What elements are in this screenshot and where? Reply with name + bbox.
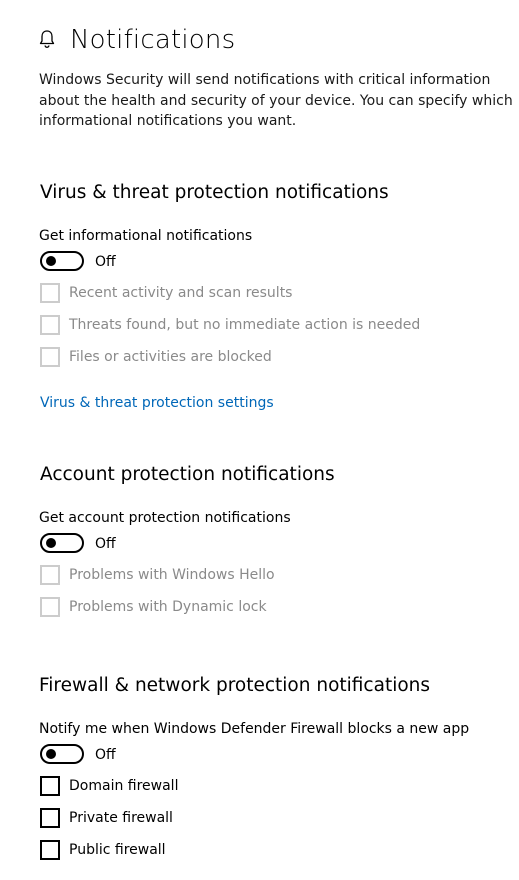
firewall-notifications-toggle[interactable] (40, 744, 84, 764)
checkbox-box (40, 776, 60, 796)
checkbox-box (40, 565, 60, 585)
checkbox-label: Problems with Dynamic lock (69, 599, 267, 615)
checkbox-box (40, 840, 60, 860)
account-notifications-toggle[interactable] (40, 533, 84, 553)
checkbox-label: Domain firewall (69, 778, 179, 794)
checkbox-box (40, 283, 60, 303)
bell-icon (38, 28, 56, 50)
virus-settings-link[interactable]: Virus & threat protection settings (40, 393, 274, 413)
account-toggle-state: Off (95, 536, 116, 552)
toggle-knob (46, 749, 56, 759)
checkbox-box (40, 315, 60, 335)
page-description: Windows Security will send notifications… (39, 72, 513, 129)
account-section-heading: Account protection notifications (40, 464, 335, 485)
checkbox-box (40, 597, 60, 617)
account-toggle-label: Get account protection notifications (39, 510, 291, 526)
virus-toggle-label: Get informational notifications (39, 228, 253, 244)
toggle-knob (46, 256, 56, 266)
virus-section-heading: Virus & threat protection notifications (40, 182, 389, 203)
firewall-section-heading: Firewall & network protection notificati… (39, 675, 431, 696)
checkbox-label: Public firewall (69, 842, 166, 858)
checkbox-label: Files or activities are blocked (69, 349, 272, 365)
checkbox-label: Problems with Windows Hello (69, 567, 275, 583)
checkbox-label: Recent activity and scan results (69, 285, 293, 301)
checkbox-label: Private firewall (69, 810, 173, 826)
checkbox-box (40, 347, 60, 367)
virus-toggle-state: Off (95, 254, 116, 270)
toggle-knob (46, 538, 56, 548)
firewall-toggle-state: Off (95, 747, 116, 763)
virus-notifications-toggle[interactable] (40, 251, 84, 271)
checkbox-label: Threats found, but no immediate action i… (69, 317, 421, 333)
firewall-toggle-label: Notify me when Windows Defender Firewall… (39, 721, 470, 737)
page-title: Notifications (70, 25, 236, 55)
checkbox-box (40, 808, 60, 828)
